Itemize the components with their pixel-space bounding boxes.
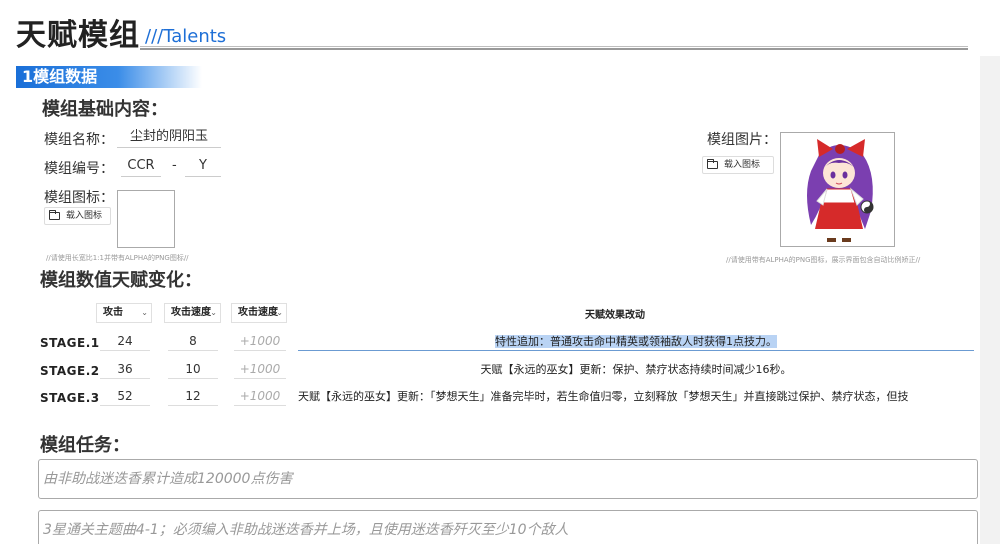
stat-input-2[interactable]: 8 xyxy=(168,333,218,351)
folder-icon xyxy=(707,159,718,169)
task-input-1[interactable]: 由非助战迷迭香累计造成120000点伤害 xyxy=(38,459,978,499)
load-image-button[interactable]: 载入图标 xyxy=(702,156,774,174)
stat-input-3[interactable]: +1000 xyxy=(234,388,286,406)
stat-dropdown-2-label: 攻击速度 xyxy=(171,307,211,318)
stage-label: STAGE.3 xyxy=(40,391,100,405)
talents-heading: 模组数值天赋变化： xyxy=(40,270,202,291)
module-code-separator: - xyxy=(172,158,177,173)
stat-dropdown-1[interactable]: 攻击 ⌄ xyxy=(96,303,152,323)
chevron-down-icon: ⌄ xyxy=(276,308,283,317)
icon-hint: //请使用长宽比1:1并带有ALPHA的PNG图标// xyxy=(46,254,189,262)
module-icon-preview[interactable] xyxy=(117,190,175,248)
scrollbar-track[interactable] xyxy=(980,56,1000,544)
module-code-input-2[interactable]: Y xyxy=(185,157,221,177)
load-image-button-label: 载入图标 xyxy=(724,160,761,170)
effect-text: 特性追加：普通攻击命中精英或领袖敌人时获得1点技力。 xyxy=(495,335,777,348)
section-header: 1模组数据 xyxy=(16,66,202,88)
effect-input[interactable]: 特性追加：普通攻击命中精英或领袖敌人时获得1点技力。 xyxy=(298,333,974,351)
stat-dropdown-3[interactable]: 攻击速度 ⌄ xyxy=(231,303,287,323)
stat-input-2[interactable]: 12 xyxy=(168,388,218,406)
stat-input-2[interactable]: 10 xyxy=(168,361,218,379)
stat-input-1[interactable]: 24 xyxy=(100,333,150,351)
stat-input-3[interactable]: +1000 xyxy=(234,333,286,351)
stat-dropdown-3-label: 攻击速度 xyxy=(238,307,278,318)
stat-input-1[interactable]: 52 xyxy=(100,388,150,406)
effect-column-header: 天赋效果改动 xyxy=(585,310,645,321)
task-input-2[interactable]: 3星通关主题曲4-1；必须编入非助战迷迭香并上场，且使用迷迭香歼灭至少10个敌人 xyxy=(38,510,978,544)
chevron-down-icon: ⌄ xyxy=(210,308,217,317)
tasks-heading: 模组任务： xyxy=(40,435,130,456)
page-title: 天赋模组 xyxy=(16,18,140,53)
stat-input-1[interactable]: 36 xyxy=(100,361,150,379)
module-image-label: 模组图片： xyxy=(707,132,777,148)
stat-input-3[interactable]: +1000 xyxy=(234,361,286,379)
stage-label: STAGE.2 xyxy=(40,364,100,378)
chevron-down-icon: ⌄ xyxy=(141,308,148,317)
title-divider-shadow xyxy=(140,46,968,47)
module-name-input[interactable]: 尘封的阴阳玉 xyxy=(117,128,221,148)
module-code-input-1[interactable]: CCR xyxy=(121,157,161,177)
module-code-label: 模组编号： xyxy=(44,161,114,177)
stat-dropdown-1-label: 攻击 xyxy=(103,307,123,318)
page-subtitle: ///Talents xyxy=(145,26,227,47)
module-icon-label: 模组图标： xyxy=(44,190,114,206)
title-divider xyxy=(140,48,968,50)
image-hint: //请使用带有ALPHA的PNG图标，展示界面包含自动比例矫正// xyxy=(726,256,921,264)
character-illustration xyxy=(807,139,874,242)
load-icon-button[interactable]: 载入图标 xyxy=(44,207,111,225)
basic-heading: 模组基础内容： xyxy=(42,99,168,120)
effect-input[interactable]: 天赋【永远的巫女】更新：「梦想天生」准备完毕时，若生命值归零，立刻释放「梦想天生… xyxy=(298,388,974,406)
stat-dropdown-2[interactable]: 攻击速度 ⌄ xyxy=(164,303,221,323)
stage-label: STAGE.1 xyxy=(40,336,100,350)
effect-input[interactable]: 天赋【永远的巫女】更新：保护、禁疗状态持续时间减少16秒。 xyxy=(298,361,974,379)
load-icon-button-label: 载入图标 xyxy=(66,211,103,221)
module-image-preview[interactable] xyxy=(780,132,895,247)
module-name-label: 模组名称： xyxy=(44,132,114,148)
folder-icon xyxy=(49,210,60,220)
